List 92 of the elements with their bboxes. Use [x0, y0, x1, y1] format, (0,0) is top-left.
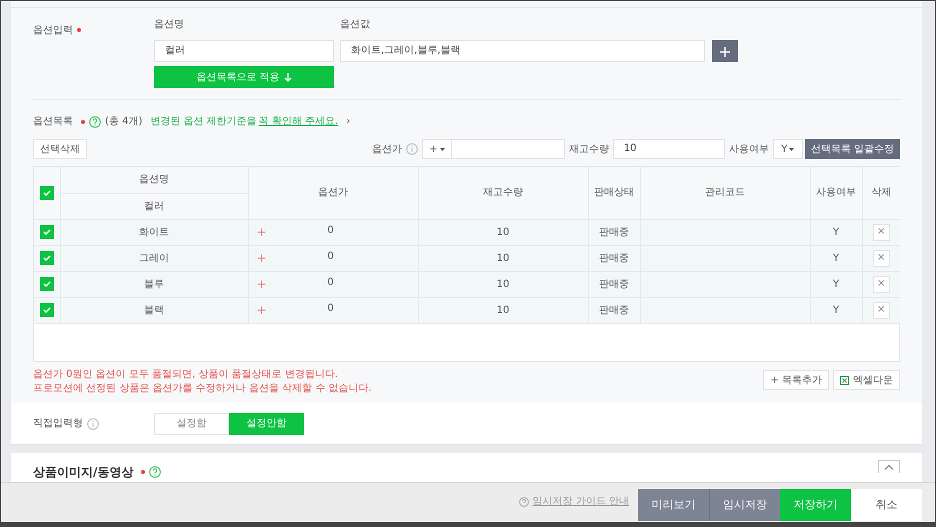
delete-row-button[interactable]: × [872, 276, 890, 292]
name-input[interactable]: 컬러 [154, 40, 334, 62]
stock-input[interactable]: 10 [612, 139, 725, 159]
check-icon [42, 254, 51, 261]
table-cell: 0 [327, 225, 334, 236]
column-header: 옵션가 [248, 167, 418, 219]
plus-sign: + [256, 276, 267, 293]
info-icon [406, 143, 418, 155]
cancel-button[interactable]: 취소 [851, 489, 922, 521]
stock-label: 재고수량 [568, 142, 609, 156]
table-cell: 0 [327, 277, 334, 288]
chevron-up-icon [884, 464, 894, 470]
preview-button[interactable]: 임시저장 [709, 489, 780, 521]
check-icon [42, 228, 51, 235]
column-header: 사용여부 [810, 167, 862, 219]
notice-link[interactable]: 꼭 확인해 주세요. [258, 115, 338, 129]
use-select[interactable]: Y [772, 139, 803, 159]
table-cell: 0 [327, 303, 334, 314]
spreadsheet-icon [840, 376, 849, 384]
field-label: 옵션입력 [33, 25, 73, 36]
table-cell: 블루 [60, 271, 248, 297]
check-icon [42, 280, 51, 287]
table-cell: 판매중 [588, 219, 640, 245]
check-icon [42, 190, 51, 196]
caret-icon [789, 148, 794, 150]
warning-text: 프로모션에 선정된 상품은 옵션가를 수정하거나 옵션을 삭제할 수 없습니다. [33, 382, 372, 396]
table-cell: 블랙 [60, 297, 248, 323]
table-cell: 판매중 [588, 245, 640, 271]
section-label: 옵션목록 [33, 115, 73, 129]
preview-button[interactable]: 미리보기 [638, 489, 709, 521]
column-label: 옵션명 [154, 18, 185, 32]
table-cell: 0 [327, 251, 334, 262]
table-cell: Y [810, 271, 862, 297]
info-icon [87, 418, 99, 430]
plus-sign: + [256, 302, 267, 319]
caret-icon [440, 148, 444, 150]
column-header: 관리코드 [640, 167, 810, 219]
table-cell: 10 [418, 297, 588, 323]
sign-select[interactable]: + [422, 139, 452, 159]
apply-button[interactable]: 옵션목록으로 적용 [154, 66, 334, 88]
help-icon [89, 116, 101, 128]
plus-sign: + [256, 224, 267, 241]
table-cell: 그레이 [60, 245, 248, 271]
checkbox[interactable] [40, 276, 54, 291]
table-cell: Y [810, 245, 862, 271]
table-cell: Y [810, 297, 862, 323]
add-row-button[interactable]: + 목록추가 [763, 370, 829, 390]
chevron-text: › [346, 115, 350, 129]
price-input[interactable] [452, 139, 565, 159]
table-cell: 판매중 [588, 297, 640, 323]
toggle-option[interactable]: 설정함 [154, 412, 229, 434]
column-header: 재고수량 [418, 167, 588, 219]
field-label: 직접입력형 [33, 417, 83, 431]
checkbox[interactable] [40, 250, 54, 265]
column-header: 옵션명 [60, 167, 248, 193]
delete-row-button[interactable]: × [872, 250, 890, 266]
delete-row-button[interactable]: × [872, 224, 890, 240]
delete-row-button[interactable]: × [872, 302, 890, 318]
table-cell: 화이트 [60, 219, 248, 245]
warning-text: 옵션가 0원인 옵션이 모두 품절되면, 상품이 품절상태로 변경됩니다. [33, 368, 339, 382]
table-cell: 판매중 [588, 271, 640, 297]
section-title: 상품이미지/동영상 [33, 465, 134, 479]
checkbox[interactable] [40, 302, 54, 317]
price-label: 옵션가 [372, 142, 402, 156]
add-button[interactable] [712, 40, 738, 62]
column-header: 판매상태 [588, 167, 640, 219]
help-icon [518, 496, 529, 506]
excel-download-button[interactable]: 엑셀다운 [833, 370, 900, 390]
save-button[interactable]: 저장하기 [780, 489, 851, 521]
checkbox[interactable] [40, 224, 54, 239]
option-count: (총 4개) [105, 115, 142, 129]
toggle-option[interactable]: 설정안함 [229, 412, 304, 434]
delete-selected-button[interactable]: 선택삭제 [33, 139, 87, 159]
collapse-button[interactable] [878, 460, 900, 473]
table-cell: 10 [418, 271, 588, 297]
plus-sign: + [256, 250, 267, 267]
use-label: 사용여부 [728, 142, 769, 156]
checkbox[interactable] [40, 186, 54, 200]
table-cell: 10 [418, 245, 588, 271]
notice-text: 변경된 옵션 제한기준을 [150, 115, 257, 129]
table-cell: Y [810, 219, 862, 245]
help-icon [149, 466, 162, 478]
arrow-down-icon [284, 72, 292, 82]
column-header: 삭제 [862, 167, 900, 219]
bulk-edit-button[interactable]: 선택목록 일괄수정 [804, 139, 900, 159]
check-icon [42, 306, 51, 313]
value-input[interactable]: 화이트,그레이,블루,블랙 [340, 40, 705, 62]
table-cell: 10 [418, 219, 588, 245]
plus-icon [720, 46, 730, 57]
column-header: 컬러 [60, 193, 248, 219]
column-label: 옵션값 [340, 18, 371, 32]
guide-link[interactable]: 임시저장 가이드 안내 [518, 494, 629, 509]
